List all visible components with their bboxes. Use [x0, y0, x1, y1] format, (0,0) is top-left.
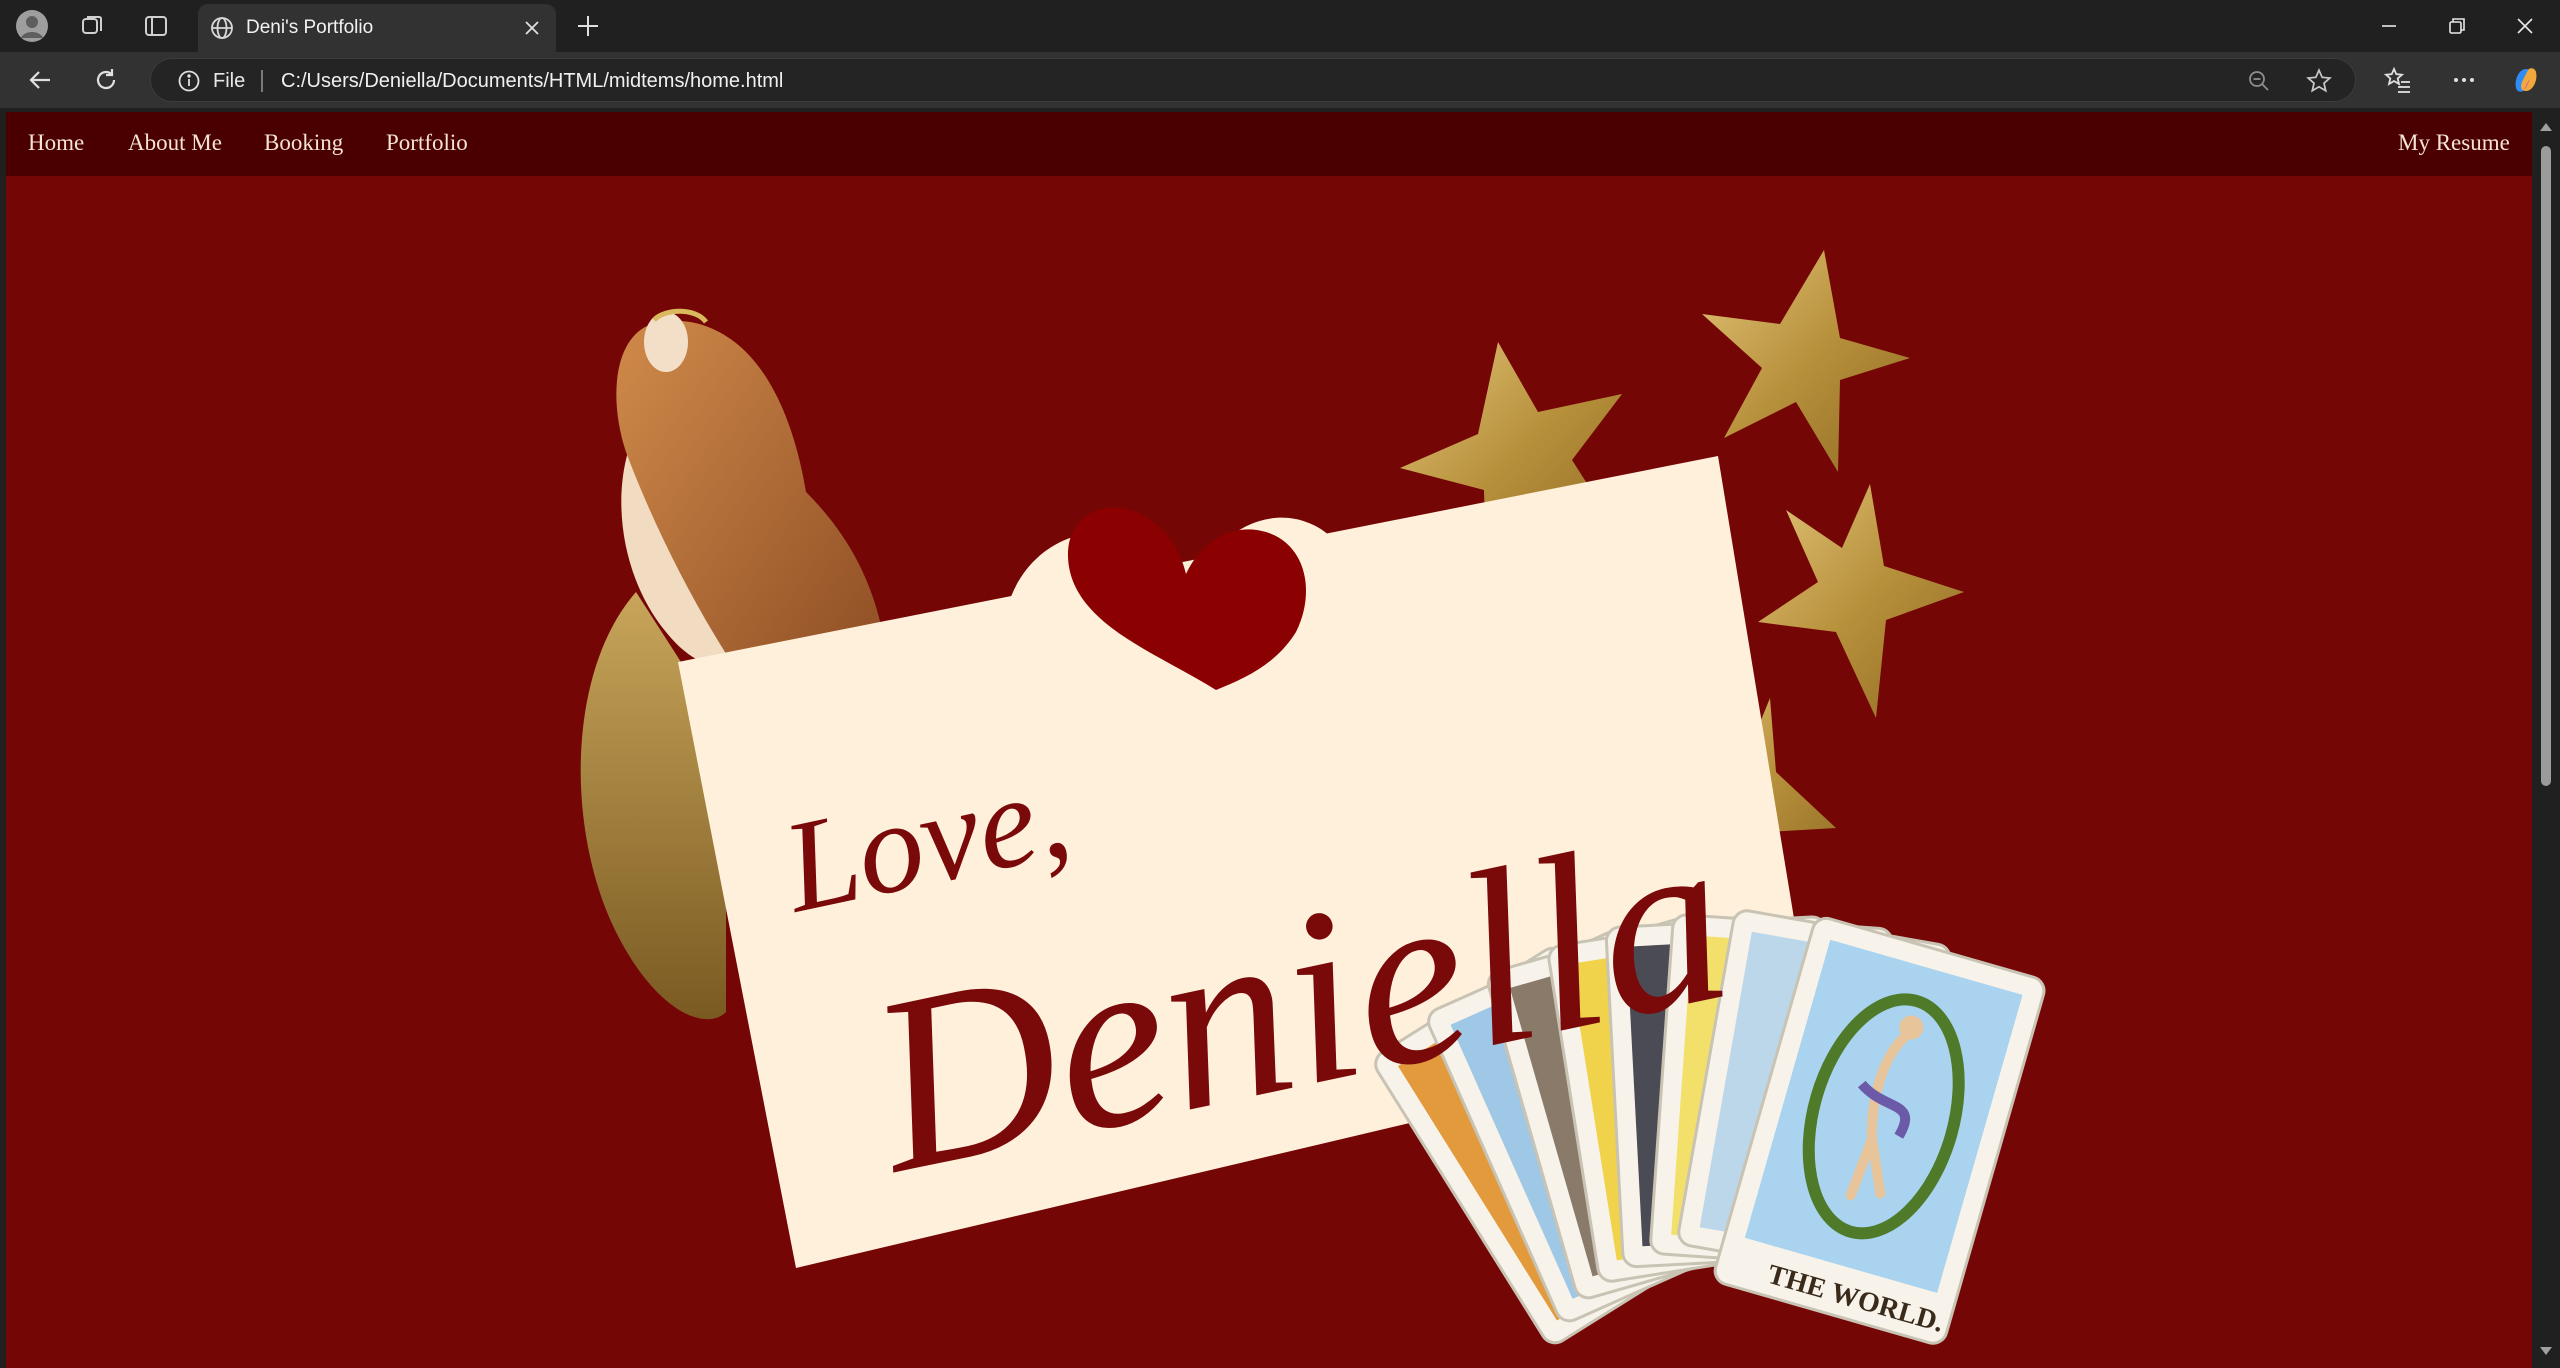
nav-booking-link[interactable]: Booking: [264, 130, 343, 156]
scroll-down-arrow-icon[interactable]: [2538, 1344, 2554, 1358]
favorite-star-icon[interactable]: [2301, 63, 2337, 99]
scroll-up-arrow-icon[interactable]: [2538, 120, 2554, 134]
workspaces-icon[interactable]: [74, 8, 110, 44]
zoom-out-icon[interactable]: [2241, 63, 2277, 99]
minimize-window-icon[interactable]: [2356, 0, 2422, 52]
back-arrow-icon[interactable]: [22, 62, 58, 98]
nav-home-link[interactable]: Home: [28, 130, 84, 156]
site-nav: Home About Me Booking Portfolio My Resum…: [6, 112, 2532, 176]
page-scrollbar[interactable]: [2532, 112, 2560, 1368]
browser-tab-bar: Deni's Portfolio: [0, 0, 2560, 52]
page-viewport: Love, Deniella THE WORLD. Home About Me …: [6, 112, 2532, 1368]
globe-icon: [204, 10, 240, 46]
tab-title: Deni's Portfolio: [246, 17, 374, 38]
tab-actions-icon[interactable]: [138, 8, 174, 44]
profile-avatar-icon[interactable]: [14, 8, 50, 44]
site-info-icon[interactable]: [171, 63, 207, 99]
refresh-icon[interactable]: [88, 62, 124, 98]
close-window-icon[interactable]: [2492, 0, 2558, 52]
close-tab-icon[interactable]: [518, 14, 546, 42]
address-scheme-label: File: [213, 70, 246, 92]
hero-artwork: Love, Deniella THE WORLD.: [580, 250, 2046, 1345]
copilot-icon[interactable]: [2508, 62, 2544, 98]
nav-about-me-link[interactable]: About Me: [128, 130, 222, 156]
new-tab-icon[interactable]: [570, 8, 606, 44]
more-options-icon[interactable]: [2446, 62, 2482, 98]
address-url[interactable]: C:/Users/Deniella/Documents/HTML/midtems…: [281, 70, 783, 93]
address-bar[interactable]: File C:/Users/Deniella/Documents/HTML/mi…: [150, 58, 2356, 102]
favorites-list-icon[interactable]: [2380, 62, 2416, 98]
browser-toolbar: File C:/Users/Deniella/Documents/HTML/mi…: [0, 52, 2560, 108]
nav-portfolio-link[interactable]: Portfolio: [386, 130, 468, 156]
address-divider: [261, 70, 263, 92]
restore-window-icon[interactable]: [2424, 0, 2490, 52]
active-tab[interactable]: Deni's Portfolio: [198, 4, 556, 52]
nav-my-resume-link[interactable]: My Resume: [2398, 130, 2510, 156]
scrollbar-thumb[interactable]: [2541, 146, 2551, 786]
